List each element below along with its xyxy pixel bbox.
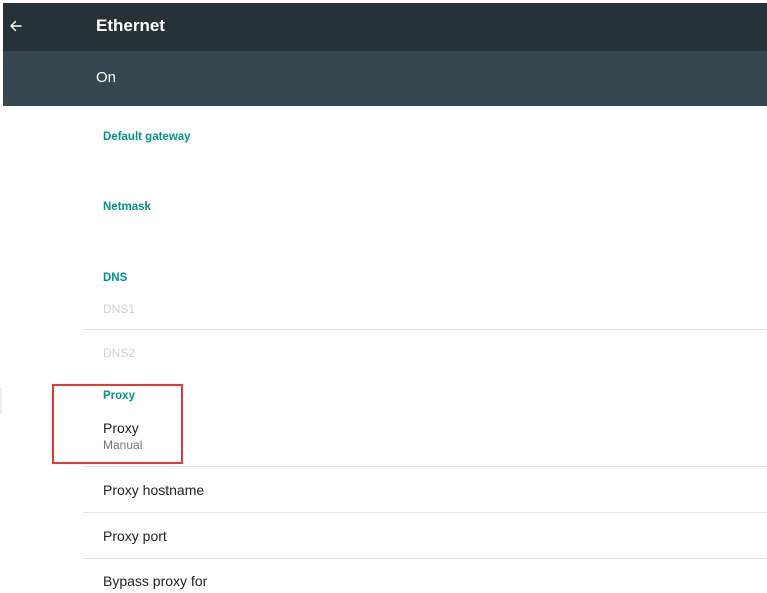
back-button[interactable] xyxy=(3,3,33,51)
proxy-port-item[interactable] xyxy=(83,513,767,558)
edge-marker xyxy=(0,388,2,414)
bypass-proxy-title: Bypass proxy for xyxy=(103,573,208,589)
divider xyxy=(83,329,767,330)
ethernet-settings-screen: Ethernet On Default gateway Netmask DNS … xyxy=(0,0,767,593)
netmask-header: Netmask xyxy=(103,201,151,213)
switch-status-label: On xyxy=(96,69,117,86)
proxy-mode-item[interactable] xyxy=(83,414,767,466)
proxy-hostname-title: Proxy hostname xyxy=(103,482,205,498)
dns2-field[interactable]: DNS2 xyxy=(103,346,135,360)
page-title: Ethernet xyxy=(96,16,165,35)
highlight-box xyxy=(52,384,183,464)
default-gateway-header: Default gateway xyxy=(103,131,191,143)
ethernet-switch-bar[interactable]: On xyxy=(3,51,767,106)
dns-header: DNS xyxy=(103,272,128,284)
proxy-port-title: Proxy port xyxy=(103,528,167,544)
dns1-field[interactable]: DNS1 xyxy=(103,302,135,316)
app-bar: Ethernet xyxy=(3,3,767,51)
arrow-left-icon xyxy=(10,20,22,32)
